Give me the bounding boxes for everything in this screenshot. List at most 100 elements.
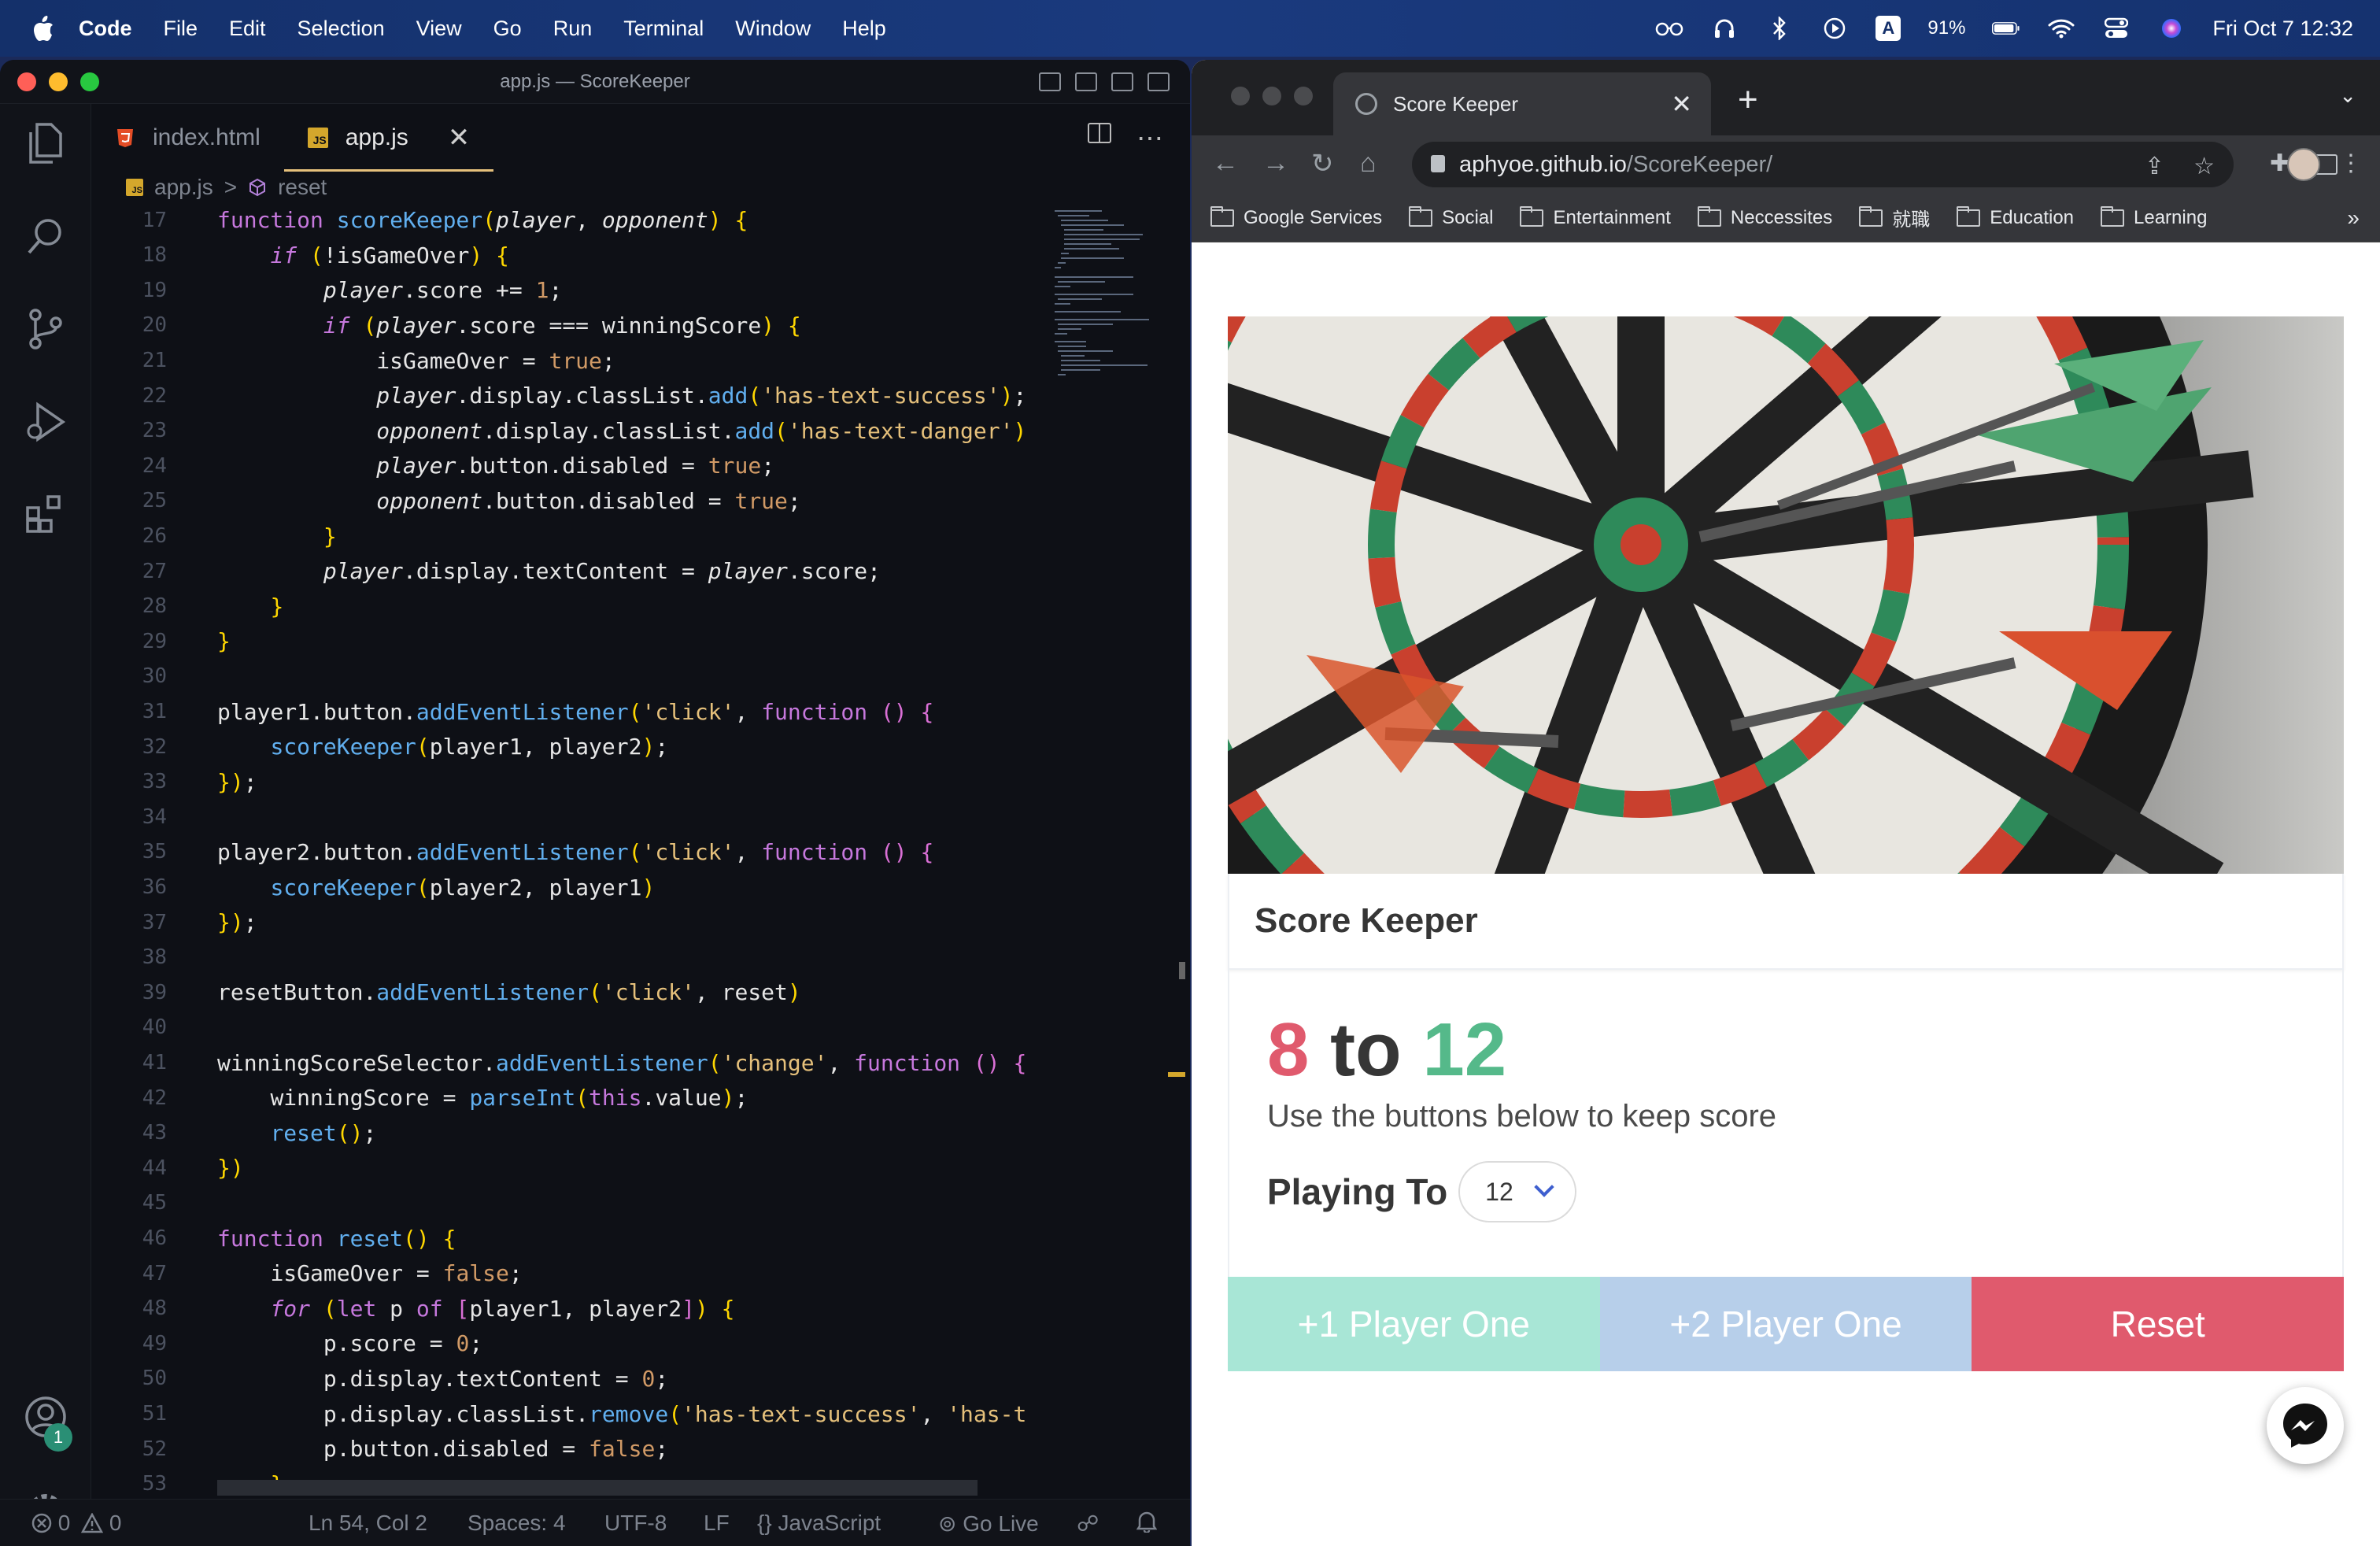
siri-icon[interactable] — [2157, 15, 2186, 42]
menu-app-name[interactable]: Code — [79, 17, 132, 41]
horizontal-scrollbar[interactable] — [217, 1480, 978, 1496]
language-mode[interactable]: {} JavaScript — [757, 1511, 881, 1536]
minimize-window-button[interactable] — [49, 72, 68, 91]
forward-icon[interactable]: → — [1262, 148, 1289, 179]
code-line[interactable]: 33}); — [91, 765, 257, 799]
toggle-panel-icon[interactable] — [1075, 72, 1097, 91]
code-line[interactable]: 40 — [91, 1011, 167, 1045]
indentation[interactable]: Spaces: 4 — [468, 1511, 566, 1536]
code-line[interactable]: 51 p.display.classList.remove('has-text-… — [91, 1396, 1027, 1430]
code-line[interactable]: 42 winningScore = parseInt(this.value); — [91, 1081, 748, 1115]
code-line[interactable]: 41 winningScoreSelector.addEventListener(… — [91, 1045, 1027, 1079]
bluetooth-icon[interactable] — [1765, 15, 1794, 42]
toggle-primary-sidebar-icon[interactable] — [1039, 72, 1061, 91]
close-tab-icon[interactable]: ✕ — [1671, 89, 1692, 119]
go-live-button[interactable]: ⊚ Go Live — [938, 1511, 1039, 1537]
end-of-line[interactable]: LF — [704, 1511, 730, 1536]
code-line[interactable]: 50 p.display.textContent = 0; — [91, 1362, 669, 1396]
cursor-position[interactable]: Ln 54, Col 2 — [309, 1511, 427, 1536]
bookmark-folder[interactable]: Education — [1957, 205, 2074, 229]
apple-logo-icon[interactable] — [31, 15, 55, 42]
control-center-icon[interactable] — [2102, 15, 2131, 42]
glasses-icon[interactable] — [1655, 15, 1683, 42]
reload-icon[interactable]: ↻ — [1311, 148, 1334, 179]
code-line[interactable]: 39 resetButton.addEventListener('click', … — [91, 975, 801, 1009]
code-line[interactable]: 31 player1.button.addEventListener('click… — [91, 694, 934, 728]
tab-index-html[interactable]: index.html — [91, 104, 284, 172]
code-line[interactable]: 20 if (player.score === winningScore) { — [91, 309, 801, 342]
tab-search-chevron-icon[interactable]: ⌄ — [2339, 83, 2356, 108]
code-line[interactable]: 19 player.score += 1; — [91, 273, 563, 307]
profile-avatar[interactable] — [2287, 148, 2320, 181]
more-actions-icon[interactable]: ⋯ — [1136, 123, 1163, 154]
run-debug-icon[interactable] — [22, 398, 69, 446]
code-line[interactable]: 34 — [91, 800, 167, 834]
code-line[interactable]: 28 } — [91, 590, 284, 623]
menu-window[interactable]: Window — [735, 17, 811, 41]
code-line[interactable]: 29} — [91, 624, 231, 658]
bookmark-folder[interactable]: Neccessites — [1697, 205, 1832, 229]
battery-icon[interactable] — [1992, 15, 2020, 42]
code-line[interactable]: 44}) — [91, 1151, 244, 1185]
code-line[interactable]: 53 } — [91, 1467, 284, 1501]
code-editor[interactable]: 17 function scoreKeeper(player, opponent)… — [91, 203, 1190, 1532]
player-two-button[interactable]: +2 Player One — [1599, 1277, 1972, 1371]
bookmark-folder[interactable]: Learning — [2101, 205, 2207, 229]
menu-edit[interactable]: Edit — [229, 17, 266, 41]
notifications-bell-icon[interactable] — [1136, 1511, 1158, 1538]
code-line[interactable]: 17 function scoreKeeper(player, opponent)… — [91, 203, 748, 237]
menu-go[interactable]: Go — [493, 17, 522, 41]
code-line[interactable]: 43 reset(); — [91, 1116, 377, 1150]
share-icon[interactable]: ⇪ — [2145, 153, 2164, 180]
code-line[interactable]: 32 scoreKeeper(player1, player2); — [91, 730, 669, 764]
code-line[interactable]: 37}); — [91, 905, 257, 939]
close-window-button[interactable] — [1231, 87, 1250, 105]
code-line[interactable]: 22 player.display.classList.add('has-tex… — [91, 379, 1027, 412]
tab-app-js[interactable]: JS app.js ✕ — [283, 104, 494, 172]
player-one-button[interactable]: +1 Player One — [1228, 1277, 1600, 1371]
extensions-icon[interactable] — [22, 491, 69, 538]
kebab-menu-icon[interactable]: ⋮ — [2339, 150, 2363, 177]
code-line[interactable]: 30 — [91, 660, 167, 693]
messenger-chat-icon[interactable] — [2267, 1387, 2344, 1464]
close-window-button[interactable] — [17, 72, 36, 91]
code-line[interactable]: 48 for (let p of [player1, player2]) { — [91, 1292, 735, 1326]
bookmark-folder[interactable]: Entertainment — [1520, 205, 1671, 229]
new-tab-button[interactable]: + — [1738, 80, 1758, 120]
zoom-window-button[interactable] — [80, 72, 99, 91]
breadcrumb-symbol[interactable]: reset — [278, 175, 327, 200]
problems-indicator[interactable]: 0 0 — [31, 1511, 122, 1536]
code-line[interactable]: 46 function reset() { — [91, 1221, 456, 1255]
minimize-window-button[interactable] — [1262, 87, 1281, 105]
code-line[interactable]: 27 player.display.textContent = player.s… — [91, 554, 881, 588]
code-line[interactable]: 36 scoreKeeper(player2, player1) — [91, 870, 656, 904]
feedback-icon[interactable]: ☍ — [1077, 1511, 1099, 1537]
code-line[interactable]: 24 player.button.disabled = true; — [91, 449, 774, 483]
code-line[interactable]: 18 if (!isGameOver) { — [91, 239, 509, 272]
reset-button[interactable]: Reset — [1972, 1277, 2345, 1371]
bookmark-folder[interactable]: 就職 — [1859, 204, 1930, 231]
explorer-icon[interactable] — [22, 120, 69, 167]
toggle-secondary-sidebar-icon[interactable] — [1111, 72, 1133, 91]
split-editor-icon[interactable] — [1088, 123, 1111, 143]
menu-help[interactable]: Help — [842, 17, 886, 41]
code-line[interactable]: 35 player2.button.addEventListener('click… — [91, 835, 934, 869]
menu-terminal[interactable]: Terminal — [623, 17, 704, 41]
code-line[interactable]: 45 — [91, 1186, 167, 1220]
code-line[interactable]: 25 opponent.button.disabled = true; — [91, 484, 801, 518]
lock-icon[interactable] — [1431, 155, 1445, 172]
menu-run[interactable]: Run — [553, 17, 593, 41]
winning-score-select[interactable]: 12 — [1458, 1161, 1577, 1222]
more-bookmarks-button[interactable]: » — [2347, 205, 2360, 231]
menu-view[interactable]: View — [416, 17, 462, 41]
code-line[interactable]: 49 p.score = 0; — [91, 1326, 482, 1360]
code-line[interactable]: 52 p.button.disabled = false; — [91, 1432, 669, 1466]
wifi-icon[interactable] — [2047, 15, 2075, 42]
menubar-clock[interactable]: Fri Oct 7 12:32 — [2212, 17, 2353, 41]
bookmark-star-icon[interactable]: ☆ — [2193, 153, 2215, 180]
back-icon[interactable]: ← — [1212, 148, 1239, 179]
headphones-icon[interactable] — [1710, 15, 1739, 42]
file-encoding[interactable]: UTF-8 — [604, 1511, 667, 1536]
address-bar[interactable]: aphyoe.github.io/ScoreKeeper/ ⇪ ☆ — [1412, 142, 2234, 187]
browser-tab-score-keeper[interactable]: Score Keeper ✕ — [1333, 72, 1711, 135]
